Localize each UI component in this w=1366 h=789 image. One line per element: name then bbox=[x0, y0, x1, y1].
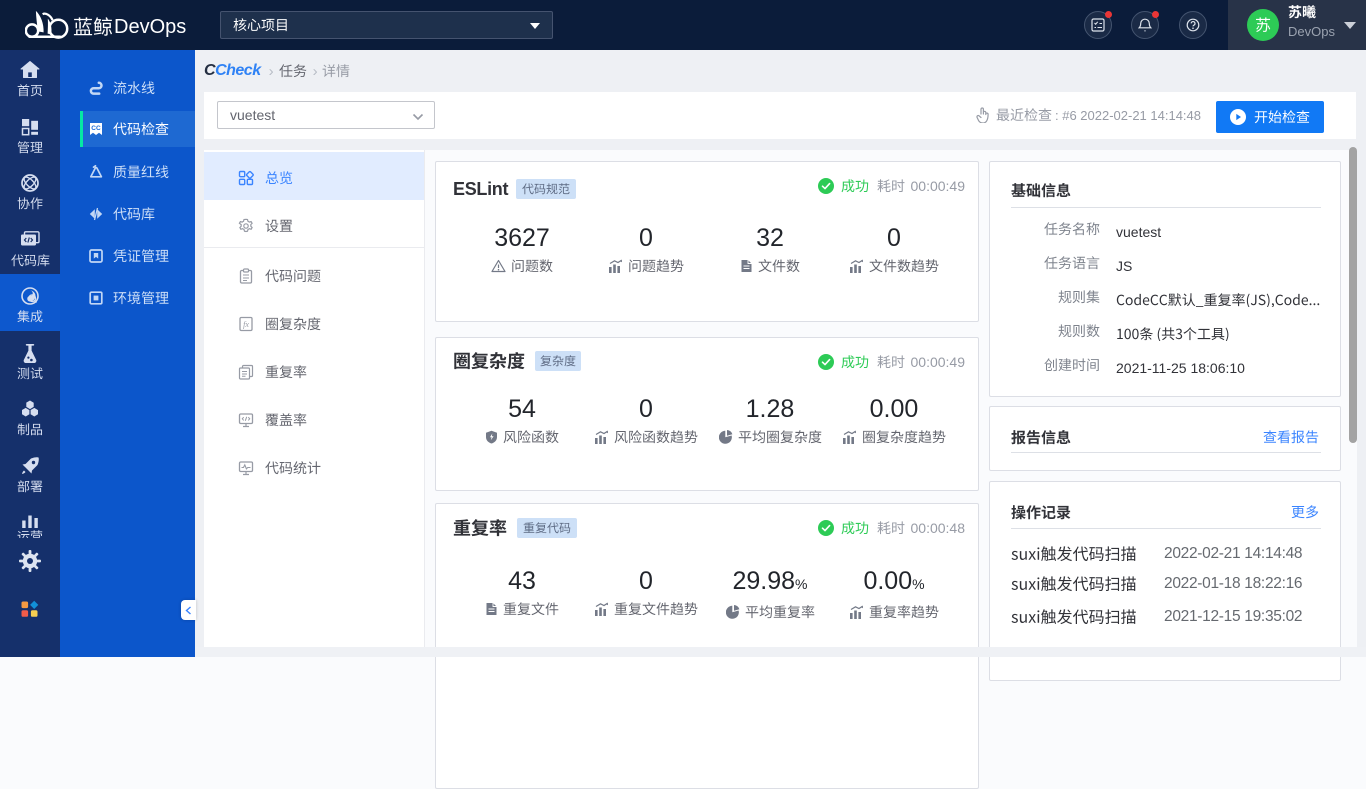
svg-text:fx: fx bbox=[243, 320, 249, 329]
svg-text:CC: CC bbox=[91, 125, 101, 132]
